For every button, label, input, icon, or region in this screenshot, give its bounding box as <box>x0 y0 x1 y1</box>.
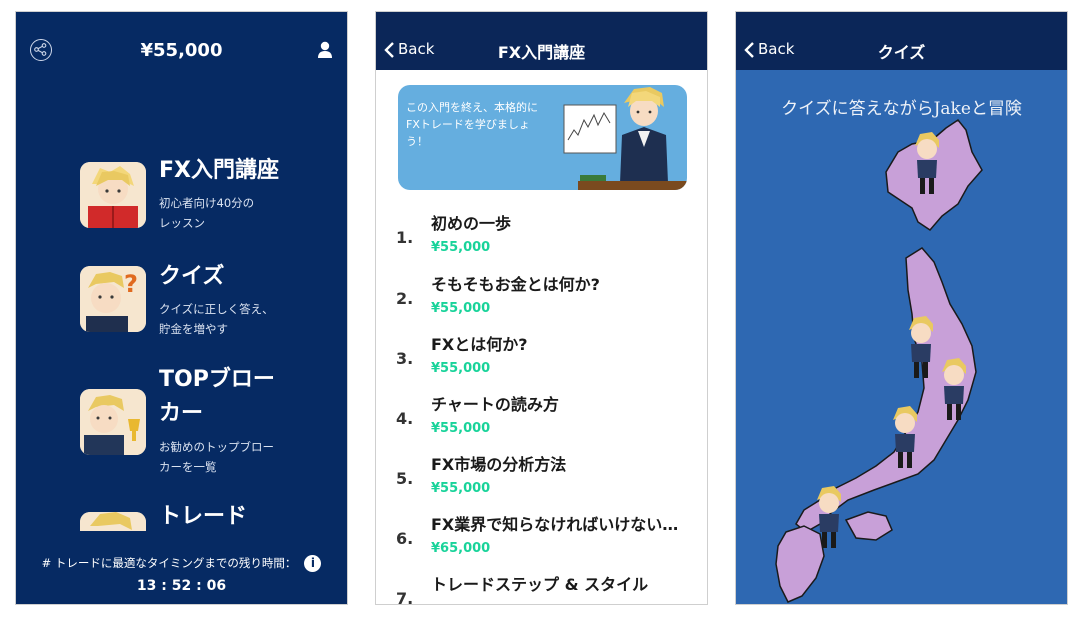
course-screen: Back FX入門講座 この入門を終え、本格的に FXトレードを学びましょ う！… <box>375 11 708 605</box>
banner-illustration <box>563 87 687 190</box>
quiz-stage-marker-5[interactable] <box>814 486 844 550</box>
countdown-timer: 13 : 52 : 06 <box>136 578 227 594</box>
lesson-title: トレードステップ & スタイル <box>431 575 649 594</box>
timer-footer: # トレードに最適なタイミングまでの残り時間： i 13 : 52 : 06 <box>16 531 347 604</box>
menu-title-quiz: クイズ <box>159 264 225 289</box>
home-screen: ¥55,000 FX入門講座 初心者向け40分の レッスン ? クイズ クイズに… <box>15 11 348 605</box>
svg-text:?: ? <box>124 270 138 298</box>
navbar: Back FX入門講座 <box>376 12 707 70</box>
lesson-number: 3. <box>396 349 414 368</box>
banner-line: FXトレードを学びましょ <box>406 118 530 131</box>
menu-title-trade: トレード <box>159 504 248 529</box>
banner-line: う！ <box>406 135 428 148</box>
page-title: クイズ <box>877 43 926 62</box>
subtitle-line: 貯金を増やす <box>159 322 228 336</box>
lesson-number: 6. <box>396 529 414 548</box>
banner-line: この入門を終え、本格的に <box>406 101 538 114</box>
navbar: Back クイズ <box>736 12 1067 70</box>
lesson-price: ¥55,000 <box>431 361 491 376</box>
quiz-stage-marker-3[interactable] <box>939 358 969 422</box>
quiz-screen: Back クイズ クイズに答えながらJakeと冒険 <box>735 11 1068 605</box>
lesson-title: FX業界で知らなければいけない… <box>431 515 679 534</box>
lesson-title: そもそもお金とは何か? <box>431 275 600 294</box>
lesson-title: 初めの一歩 <box>431 214 512 233</box>
timer-label-text: # トレードに最適なタイミングまでの残り時間： <box>41 556 297 570</box>
course-banner[interactable]: この入門を終え、本格的に FXトレードを学びましょ う！ <box>398 85 687 190</box>
balance-display: ¥55,000 <box>140 40 223 61</box>
lesson-title: FX市場の分析方法 <box>431 455 567 474</box>
menu-subtitle-top-brokers: お勧めのトップブロー カーを一覧 <box>159 437 309 477</box>
subtitle-line: クイズに正しく答え、 <box>159 302 274 316</box>
quiz-stage-marker-1[interactable] <box>912 132 942 196</box>
lesson-number: 4. <box>396 409 414 428</box>
subtitle-line: 初心者向け40分の <box>159 196 255 210</box>
menu-subtitle-quiz: クイズに正しく答え、 貯金を増やす <box>159 299 309 339</box>
lesson-price: ¥55,000 <box>431 421 491 436</box>
lesson-title: FXとは何か? <box>431 335 528 354</box>
lesson-price: ¥55,000 <box>431 301 491 316</box>
subtitle-line: お勧めのトップブロー <box>159 440 274 454</box>
lesson-number: 2. <box>396 289 414 308</box>
lesson-number: 1. <box>396 228 414 247</box>
quiz-stage-marker-2[interactable] <box>906 316 936 380</box>
user-icon[interactable] <box>317 40 333 60</box>
timer-label: # トレードに最適なタイミングまでの残り時間： i <box>16 555 347 572</box>
lesson-number: 5. <box>396 469 414 488</box>
lesson-price: ¥65,000 <box>431 541 491 556</box>
title-line: カー <box>159 401 204 426</box>
quiz-stage-marker-4[interactable] <box>890 406 920 470</box>
info-icon[interactable]: i <box>304 555 322 572</box>
title-line: TOPブロー <box>159 367 275 392</box>
quiz-heading: クイズに答えながらJakeと冒険 <box>781 99 1022 119</box>
lesson-price: ¥55,000 <box>431 240 491 255</box>
menu-title-fx-course: FX入門講座 <box>159 158 279 183</box>
banner-text: この入門を終え、本格的に FXトレードを学びましょ う！ <box>406 99 561 150</box>
subtitle-line: カーを一覧 <box>159 460 217 474</box>
subtitle-line: レッスン <box>159 216 205 230</box>
lesson-title: チャートの読み方 <box>431 395 559 414</box>
menu-title-top-brokers: TOPブロー カー <box>159 363 309 431</box>
quiz-thumbnail: ? <box>80 266 146 332</box>
lesson-number: 7. <box>396 589 414 605</box>
top-brokers-thumbnail <box>80 389 146 455</box>
menu-subtitle-fx-course: 初心者向け40分の レッスン <box>159 193 309 233</box>
page-title: FX入門講座 <box>497 43 586 62</box>
fx-course-thumbnail <box>80 162 146 228</box>
lesson-price: ¥55,000 <box>431 481 491 496</box>
